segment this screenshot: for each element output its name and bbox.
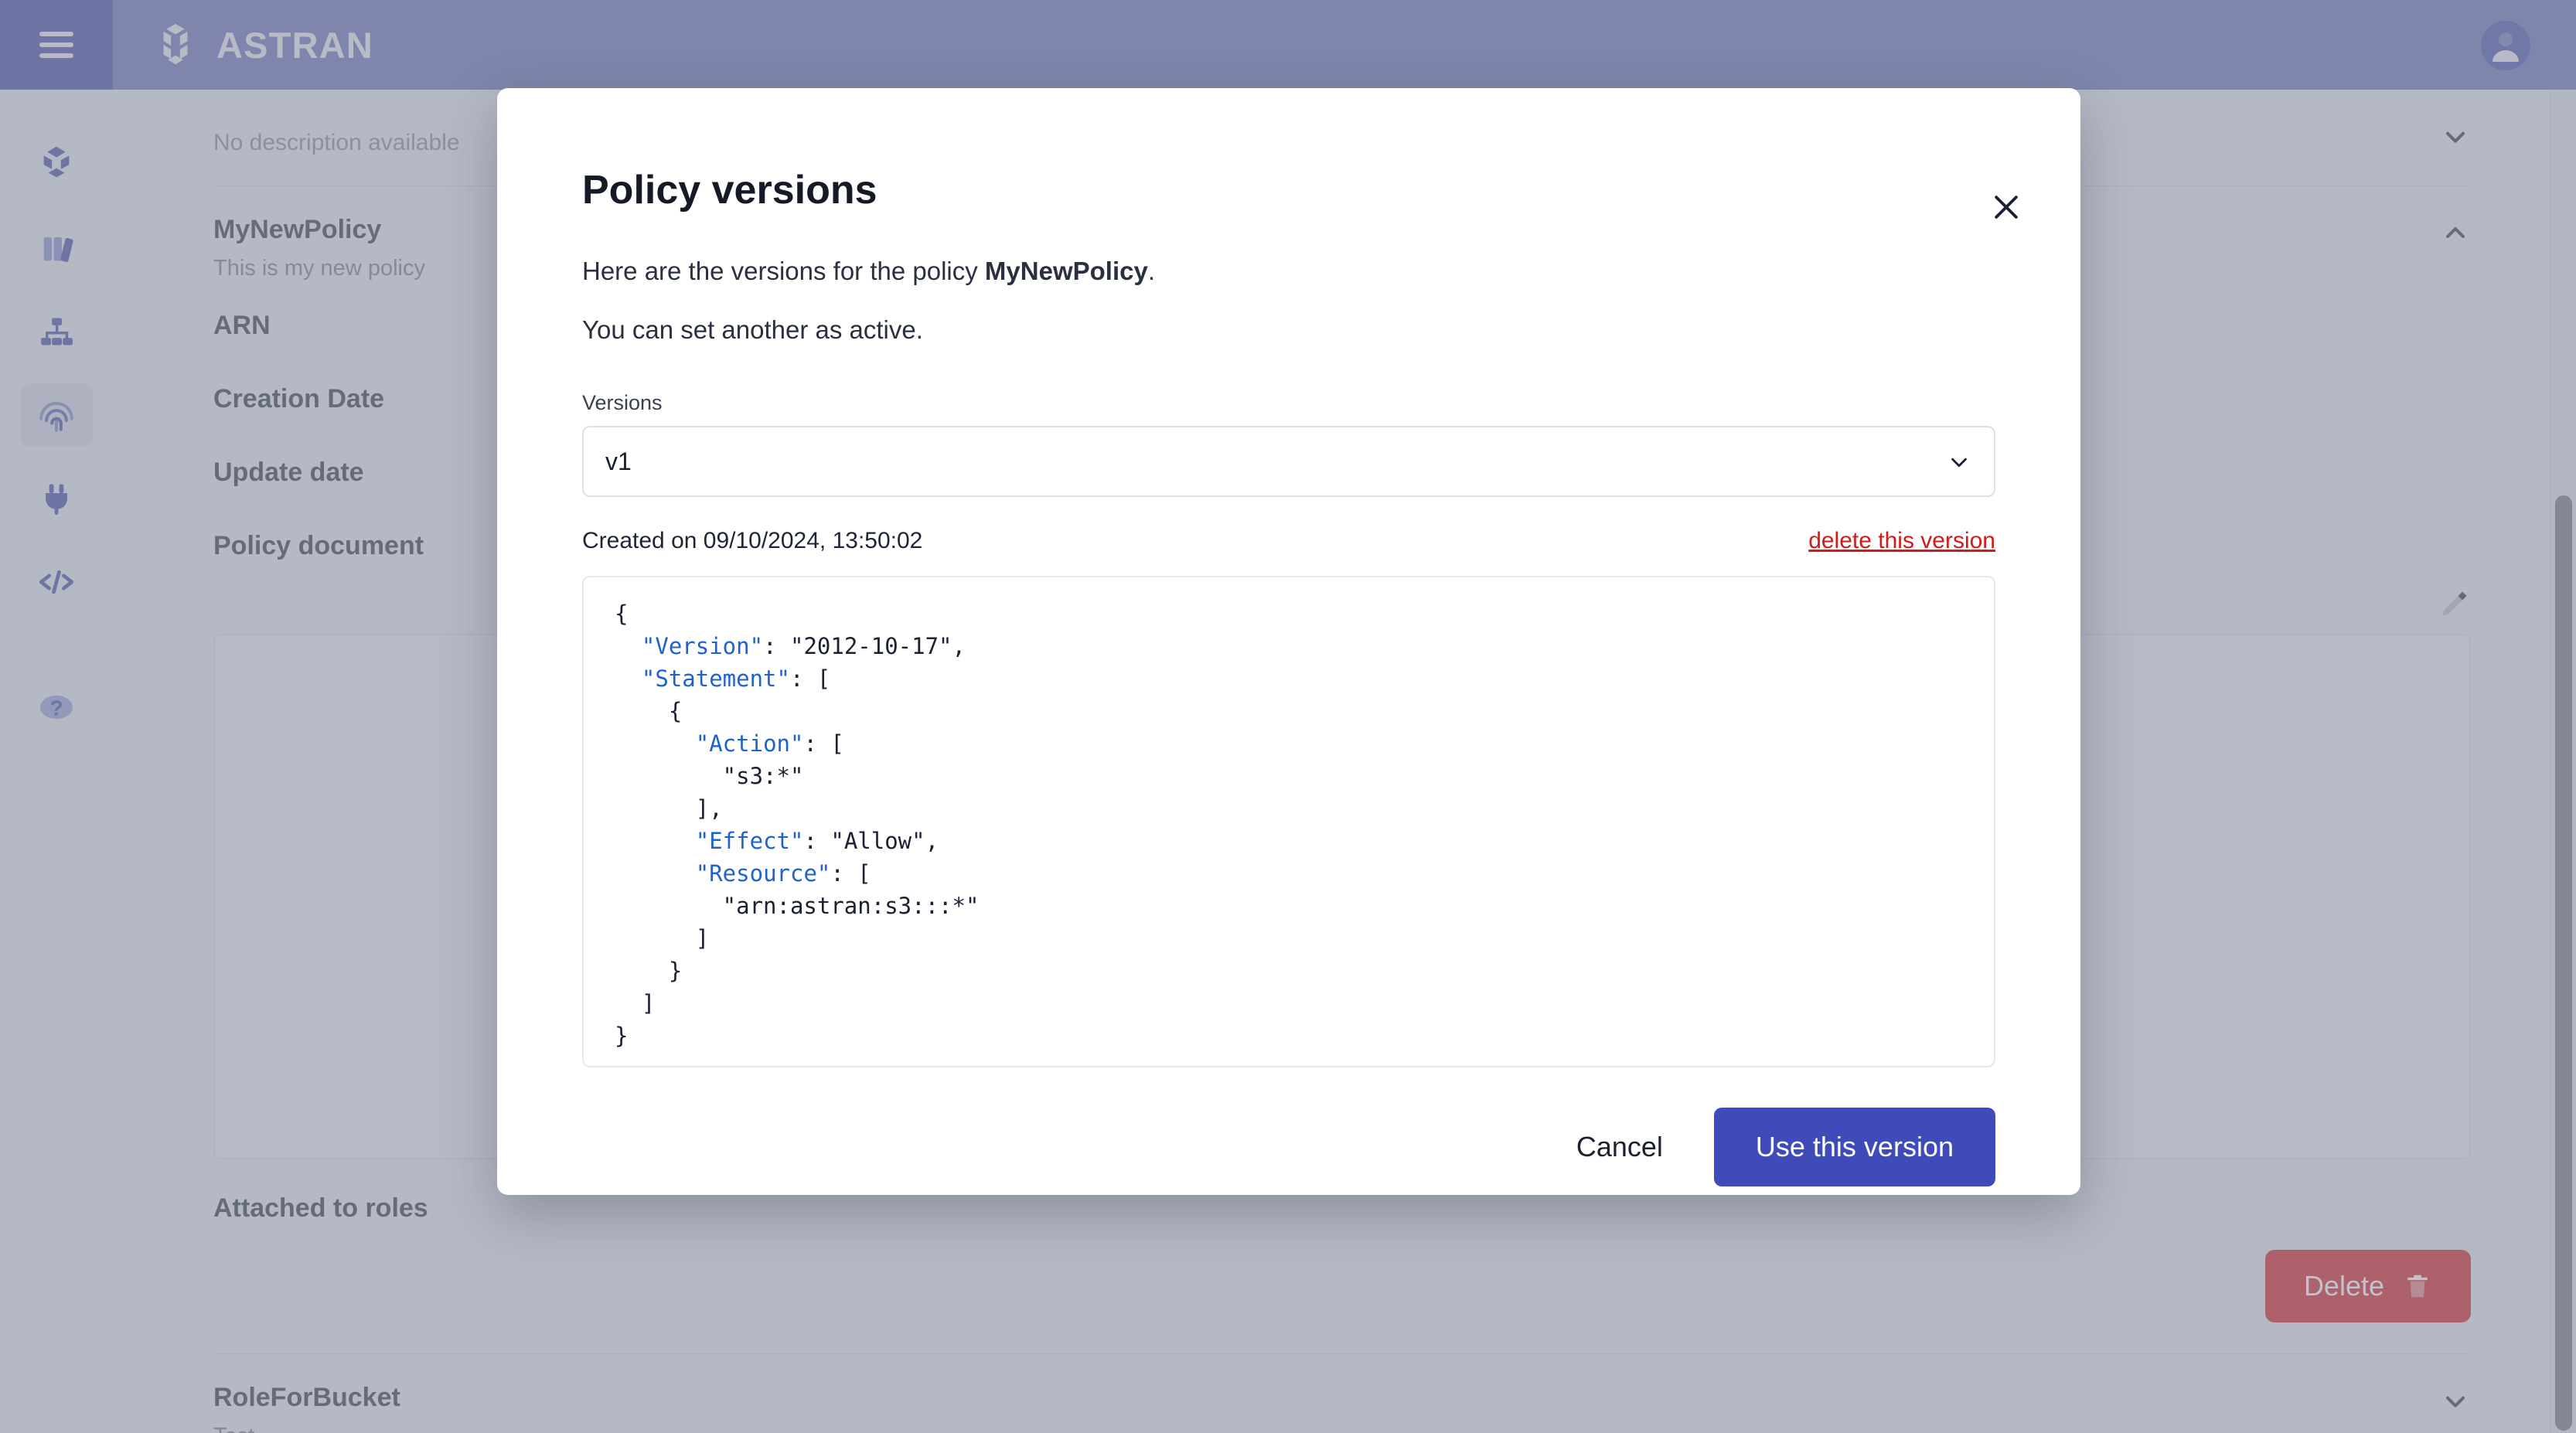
dialog-footer: Cancel Use this version — [582, 1108, 1995, 1186]
cancel-button[interactable]: Cancel — [1569, 1117, 1671, 1177]
versions-select-label: Versions — [582, 391, 663, 414]
dialog-intro-suffix: . — [1147, 257, 1156, 285]
dialog-intro-prefix: Here are the versions for the policy — [582, 257, 985, 285]
app-root: ASTRAN — [0, 0, 2576, 1433]
dialog-hint: You can set another as active. — [582, 315, 923, 344]
use-this-version-button[interactable]: Use this version — [1713, 1108, 1995, 1186]
dialog-intro-policy-name: MyNewPolicy — [984, 257, 1148, 285]
versions-select-value: v1 — [605, 447, 632, 475]
policy-document-json: { "Version": "2012-10-17", "Statement": … — [615, 601, 980, 1049]
dialog-intro: Here are the versions for the policy MyN… — [582, 257, 1995, 286]
version-created-on: Created on 09/10/2024, 13:50:02 — [582, 528, 923, 553]
versions-select[interactable]: v1 — [582, 426, 1995, 497]
policy-versions-dialog: Policy versions Here are the versions fo… — [497, 88, 2080, 1195]
version-meta-row: Created on 09/10/2024, 13:50:02 delete t… — [582, 528, 1995, 554]
close-icon — [1995, 196, 2018, 219]
chevron-down-icon — [1951, 458, 1967, 468]
close-button[interactable] — [1981, 182, 2031, 232]
policy-document-viewer: { "Version": "2012-10-17", "Statement": … — [582, 576, 1995, 1067]
dialog-title: Policy versions — [582, 168, 877, 213]
delete-version-link[interactable]: delete this version — [1808, 528, 1995, 554]
